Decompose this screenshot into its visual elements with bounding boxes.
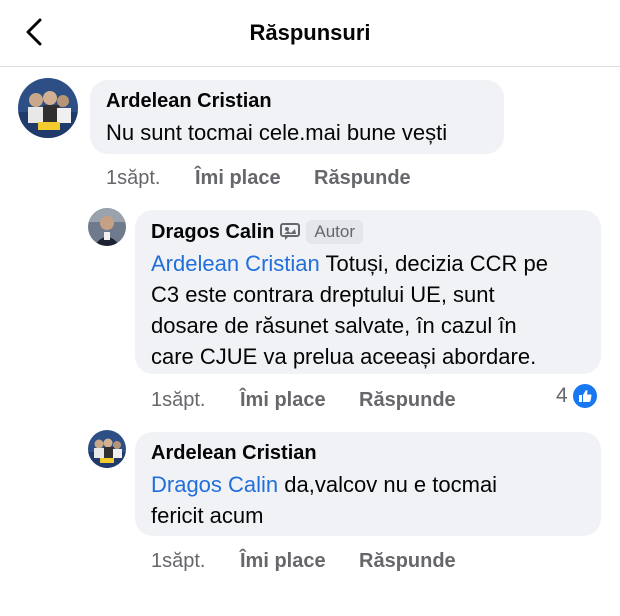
mention-link[interactable]: Dragos Calin xyxy=(151,472,278,497)
like-button[interactable]: Îmi place xyxy=(240,389,326,412)
comment-line: fericit acum xyxy=(151,503,264,528)
avatar[interactable] xyxy=(88,208,126,246)
messenger-icon xyxy=(280,223,301,240)
avatar-photo-icon xyxy=(88,208,126,246)
comment-line: Ardelean Cristian Totuși, decizia CCR pe xyxy=(151,248,585,279)
comment-author[interactable]: Dragos Calin xyxy=(151,221,274,244)
comment-text: Dragos Calin da,valcov nu e tocmai feric… xyxy=(151,469,585,531)
comment-line: dosare de răsunet salvate, în cazul în xyxy=(151,313,517,338)
comment-bubble: Ardelean Cristian Dragos Calin da,valcov… xyxy=(135,432,601,536)
reaction-count-number: 4 xyxy=(556,384,568,407)
avatar-photo-icon xyxy=(18,78,78,138)
comment-line: C3 este contrara dreptului UE, sunt xyxy=(151,282,495,307)
like-button[interactable]: Îmi place xyxy=(240,550,326,573)
avatar-photo-icon xyxy=(88,430,126,468)
comment-author[interactable]: Ardelean Cristian xyxy=(151,442,585,465)
comment-bubble: Dragos Calin Autor Ardelean Cristian Tot… xyxy=(135,210,601,374)
author-badge: Autor xyxy=(306,220,363,244)
avatar[interactable] xyxy=(88,430,126,468)
comment-line-rest: Totuși, decizia CCR pe xyxy=(319,251,548,276)
comment-line-rest: da,valcov nu e tocmai xyxy=(278,472,498,497)
page-title: Răspunsuri xyxy=(249,20,371,45)
like-reaction-icon xyxy=(572,384,597,408)
top-bar: Răspunsuri xyxy=(0,0,620,67)
comment-time[interactable]: 1săpt. xyxy=(151,550,205,573)
comment-time[interactable]: 1săpt. xyxy=(151,389,205,412)
comment-bubble: Ardelean Cristian Nu sunt tocmai cele.ma… xyxy=(90,80,504,154)
reply-button[interactable]: Răspunde xyxy=(359,550,456,573)
comment-line: care CJUE va prelua aceeași abordare. xyxy=(151,344,537,369)
comment-line: Dragos Calin da,valcov nu e tocmai xyxy=(151,469,585,500)
reply-button[interactable]: Răspunde xyxy=(359,389,456,412)
reply-button[interactable]: Răspunde xyxy=(314,167,411,190)
comment-text: Nu sunt tocmai cele.mai bune vești xyxy=(106,120,448,145)
avatar[interactable] xyxy=(18,78,78,138)
like-button[interactable]: Îmi place xyxy=(195,167,281,190)
comment-author[interactable]: Ardelean Cristian xyxy=(106,90,488,113)
reaction-count[interactable]: 4 xyxy=(556,383,598,409)
comment-text: Ardelean Cristian Totuși, decizia CCR pe… xyxy=(151,248,585,372)
comment-time[interactable]: 1săpt. xyxy=(106,167,160,190)
mention-link[interactable]: Ardelean Cristian xyxy=(151,251,320,276)
comment-header: Dragos Calin Autor xyxy=(151,220,585,244)
